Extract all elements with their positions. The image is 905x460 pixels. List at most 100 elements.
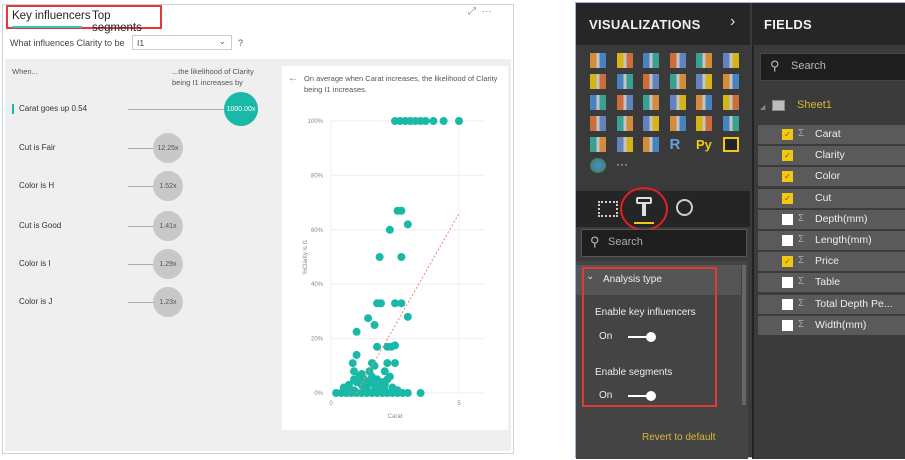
visual-type-icon[interactable]	[669, 74, 686, 89]
help-icon[interactable]: ?	[238, 38, 243, 48]
influence-bubble[interactable]: 1.41x	[153, 211, 183, 241]
tab-top-segments[interactable]: Top segments	[92, 10, 160, 34]
enable-key-influencers-label: Enable key influencers	[595, 307, 696, 318]
field-checkbox[interactable]	[782, 235, 793, 246]
field-checkbox[interactable]	[782, 298, 793, 310]
sigma-icon: Σ	[798, 276, 805, 288]
visual-type-icon[interactable]	[616, 53, 633, 68]
influencer-label[interactable]: Color is H	[19, 181, 54, 190]
enable-key-influencers-toggle[interactable]	[628, 332, 658, 342]
scatter-point	[370, 321, 379, 329]
visual-type-icon[interactable]	[696, 53, 712, 68]
expand-triangle-icon[interactable]: ◢	[760, 103, 765, 111]
influencer-label[interactable]: Color is I	[19, 259, 51, 268]
influence-bubble[interactable]: 12.25x	[153, 133, 183, 163]
fields-search-input[interactable]: ⚲ Search	[760, 53, 905, 81]
likelihood-header-2: being I1 increases by	[172, 78, 243, 87]
tab-key-influencers[interactable]: Key influencers	[12, 10, 91, 22]
field-item[interactable]: Σ Total Depth Pe...	[758, 294, 905, 314]
visual-type-icon[interactable]	[590, 137, 606, 152]
sigma-icon: Σ	[798, 212, 805, 224]
fields-tab-icon[interactable]	[598, 201, 618, 217]
field-checkbox[interactable]	[782, 319, 793, 331]
visual-type-icon[interactable]	[590, 53, 606, 68]
influence-bubble[interactable]: 1000.00x	[224, 92, 258, 126]
enable-segments-toggle[interactable]	[628, 391, 658, 401]
analytics-magnifier-icon[interactable]	[676, 199, 693, 216]
key-influencers-visual-icon[interactable]	[722, 137, 739, 152]
field-checkbox[interactable]	[782, 277, 793, 289]
influence-bubble[interactable]: 1.52x	[153, 171, 183, 201]
when-header: When...	[12, 67, 38, 76]
field-checkbox[interactable]	[782, 213, 793, 225]
more-options-icon[interactable]: ···	[482, 6, 492, 17]
visual-type-icon[interactable]	[669, 53, 686, 68]
field-item[interactable]: Σ Table	[758, 273, 905, 293]
influencer-label[interactable]: Cut is Good	[19, 221, 61, 230]
y-tick-label: 20%	[311, 337, 324, 343]
field-name: Clarity	[815, 149, 845, 162]
field-item[interactable]: ✓ Clarity	[758, 146, 905, 166]
revert-to-default-link[interactable]: Revert to default	[642, 432, 715, 443]
globe-visual-icon[interactable]	[590, 158, 606, 173]
visual-type-icon[interactable]	[643, 116, 659, 131]
visual-type-icon[interactable]	[722, 53, 739, 68]
visual-type-icon[interactable]	[643, 53, 659, 68]
influence-bubble[interactable]: 1.23x	[153, 287, 183, 317]
visual-type-icon[interactable]	[590, 74, 606, 89]
selected-indicator	[12, 104, 14, 114]
field-item[interactable]: Σ Length(mm)	[758, 231, 905, 250]
visual-type-icon[interactable]	[722, 74, 739, 89]
visual-type-icon[interactable]	[643, 95, 659, 110]
more-visuals-icon[interactable]: ···	[616, 157, 628, 171]
scatter-point	[352, 350, 361, 359]
visual-type-icon[interactable]	[590, 95, 606, 110]
visual-type-icon[interactable]	[643, 74, 659, 89]
visual-type-icon[interactable]	[722, 116, 739, 131]
visual-type-icon[interactable]	[616, 116, 633, 131]
visual-type-icon[interactable]	[669, 116, 686, 131]
visual-type-icon[interactable]	[696, 116, 712, 131]
python-visual-icon[interactable]: Py	[696, 137, 712, 152]
visual-type-icon[interactable]	[616, 74, 633, 89]
table-name[interactable]: Sheet1	[797, 99, 832, 111]
visual-type-icon[interactable]	[722, 95, 739, 110]
influencer-label[interactable]: Cut is Fair	[19, 143, 55, 152]
field-checkbox[interactable]: ✓	[782, 129, 793, 140]
focus-mode-icon[interactable]: ⤢	[468, 6, 476, 17]
visual-type-icon[interactable]	[696, 95, 712, 110]
field-checkbox[interactable]: ✓	[782, 192, 793, 204]
field-item[interactable]: ✓ Σ Carat	[758, 125, 905, 144]
visual-type-icon[interactable]	[590, 116, 606, 131]
influence-bubble[interactable]: 1.29x	[153, 249, 183, 279]
field-checkbox[interactable]: ✓	[782, 150, 793, 162]
field-checkbox[interactable]: ✓	[782, 171, 793, 183]
y-tick-label: 60%	[311, 228, 324, 234]
visual-type-icon[interactable]	[696, 74, 712, 89]
visual-type-icon[interactable]	[669, 95, 686, 110]
influencer-label[interactable]: Color is J	[19, 297, 52, 306]
visual-gallery: R Py ···	[576, 45, 750, 191]
y-tick-label: 80%	[311, 173, 324, 179]
clarity-value-dropdown[interactable]: I1 ⌄	[132, 35, 232, 50]
influencer-label[interactable]: Carat goes up 0.54	[19, 104, 87, 113]
visual-type-icon[interactable]	[643, 137, 659, 152]
x-tick-label: 5	[457, 401, 461, 407]
field-name: Total Depth Pe...	[815, 297, 893, 310]
visual-type-icon[interactable]	[616, 137, 633, 152]
collapse-chevron-icon[interactable]: ›	[730, 13, 735, 31]
format-scrollbar[interactable]	[742, 265, 746, 405]
field-item[interactable]: Σ Width(mm)	[758, 315, 905, 335]
scatter-point	[352, 327, 361, 336]
field-item[interactable]: ✓ Σ Price	[758, 252, 905, 272]
visual-type-icon[interactable]	[616, 95, 633, 110]
sigma-icon: Σ	[798, 234, 805, 245]
field-item[interactable]: ✓ Color	[758, 167, 905, 187]
field-checkbox[interactable]: ✓	[782, 256, 793, 268]
field-item[interactable]: Σ Depth(mm)	[758, 209, 905, 229]
r-visual-icon[interactable]: R	[670, 137, 686, 152]
scatter-point	[421, 117, 430, 125]
format-search-input[interactable]: ⚲ Search	[581, 229, 747, 257]
field-name: Depth(mm)	[815, 212, 868, 225]
field-item[interactable]: ✓ Cut	[758, 188, 905, 208]
